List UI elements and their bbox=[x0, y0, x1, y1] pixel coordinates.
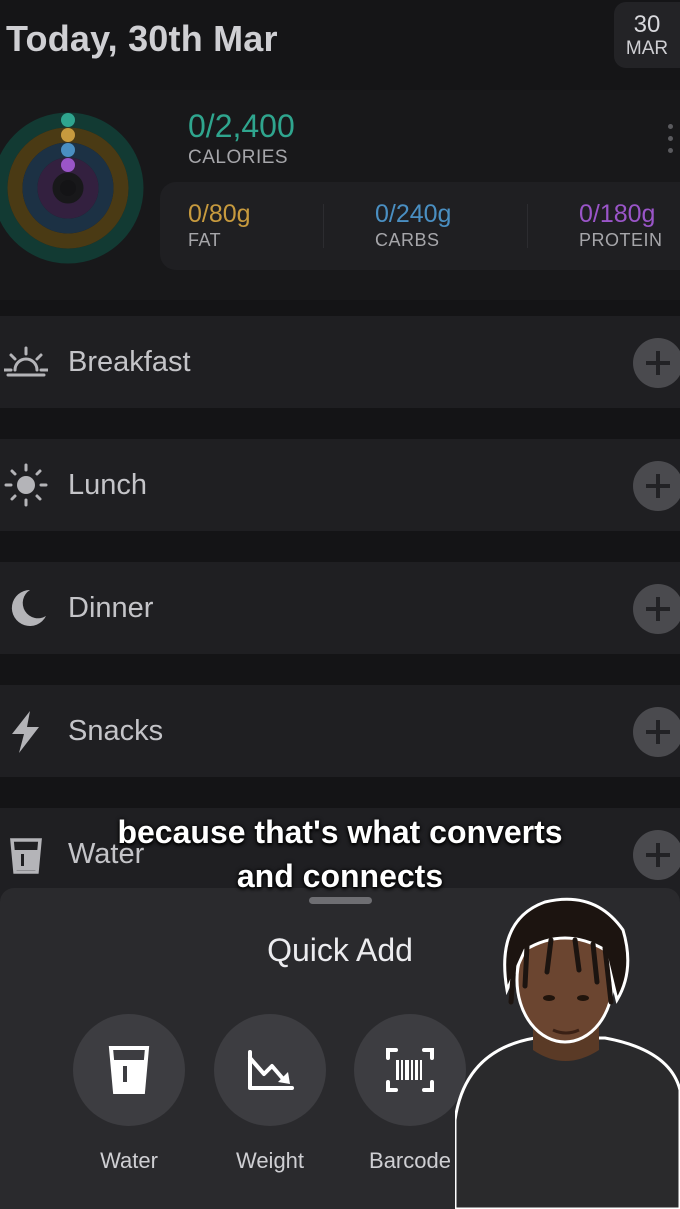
meal-row-snacks[interactable]: Snacks bbox=[0, 685, 680, 777]
meal-row-breakfast[interactable]: Breakfast bbox=[0, 316, 680, 408]
quick-add-water-button[interactable]: Water bbox=[73, 1014, 185, 1174]
macro-carbs: 0/240g CARBS bbox=[375, 200, 451, 251]
add-snacks-button[interactable] bbox=[633, 707, 680, 757]
meal-row-dinner[interactable]: Dinner bbox=[0, 562, 680, 654]
caption-line-2: and connects bbox=[236, 858, 444, 894]
macro-fat-value: 0/80g bbox=[188, 200, 251, 228]
quick-add-water-circle[interactable] bbox=[73, 1014, 185, 1126]
divider bbox=[527, 204, 528, 248]
quick-add-weight-button[interactable]: Weight bbox=[214, 1014, 326, 1174]
add-breakfast-button[interactable] bbox=[633, 338, 680, 388]
sunrise-icon bbox=[4, 346, 48, 377]
meal-name: Snacks bbox=[68, 715, 164, 747]
glass-icon bbox=[108, 1046, 150, 1094]
macro-fat-label: FAT bbox=[188, 230, 222, 250]
sun-icon bbox=[4, 463, 48, 507]
calories-label: CALORIES bbox=[188, 147, 289, 168]
macro-protein-label: PROTEIN bbox=[579, 230, 663, 250]
progress-rings-icon bbox=[0, 112, 144, 264]
quick-add-weight-circle[interactable] bbox=[214, 1014, 326, 1126]
divider bbox=[323, 204, 324, 248]
macro-protein: 0/180g PROTEIN bbox=[579, 200, 663, 251]
sheet-grabber[interactable] bbox=[309, 897, 372, 904]
quick-add-label: Water bbox=[100, 1148, 158, 1173]
quick-add-label: Weight bbox=[235, 1148, 305, 1173]
page-title: Today, 30th Mar bbox=[6, 18, 278, 59]
date-month: MAR bbox=[625, 38, 669, 59]
calories-value: 0/2,400 bbox=[188, 108, 295, 144]
meal-name: Lunch bbox=[68, 469, 148, 501]
meal-row-lunch[interactable]: Lunch bbox=[0, 439, 680, 531]
moon-icon bbox=[11, 589, 46, 626]
macro-protein-value: 0/180g bbox=[579, 200, 656, 228]
date-picker-button[interactable]: 30 MAR bbox=[614, 2, 680, 68]
add-lunch-button[interactable] bbox=[633, 461, 680, 511]
caption-line-1: because that's what converts bbox=[117, 814, 563, 850]
barcode-icon bbox=[386, 1048, 434, 1092]
quick-add-label: Barcode bbox=[369, 1148, 451, 1173]
quick-add-barcode-button[interactable]: Barcode bbox=[354, 1014, 466, 1174]
video-caption: because that's what converts and connect… bbox=[0, 810, 680, 898]
meal-name: Dinner bbox=[68, 592, 154, 624]
quick-add-barcode-circle[interactable] bbox=[354, 1014, 466, 1126]
lightning-icon bbox=[12, 711, 39, 753]
presenter-photo bbox=[455, 897, 680, 1209]
macro-carbs-value: 0/240g bbox=[375, 200, 452, 228]
add-dinner-button[interactable] bbox=[633, 584, 680, 634]
date-day: 30 bbox=[633, 11, 661, 38]
macro-fat: 0/80g FAT bbox=[188, 200, 251, 251]
meal-name: Breakfast bbox=[68, 346, 191, 378]
more-options-icon[interactable] bbox=[668, 124, 674, 156]
header: Today, 30th Mar 30 MAR bbox=[0, 0, 680, 90]
macro-carbs-label: CARBS bbox=[375, 230, 440, 250]
chart-down-icon bbox=[248, 1050, 294, 1090]
